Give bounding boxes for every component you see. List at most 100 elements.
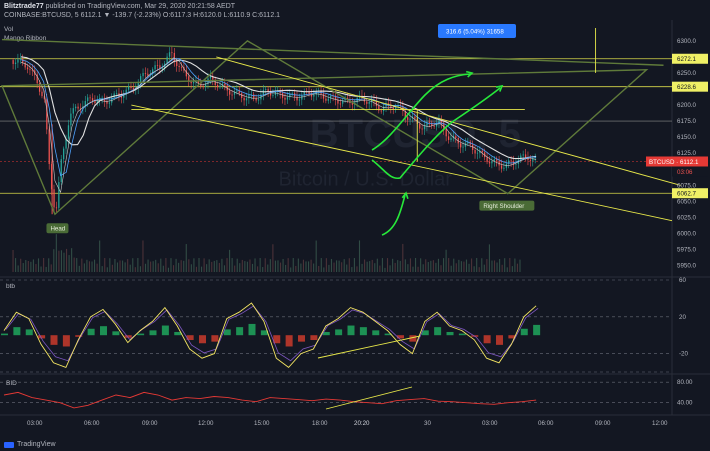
candle-body xyxy=(77,106,79,109)
candle-body xyxy=(142,73,144,77)
btb-trendline xyxy=(317,335,421,359)
volume-bar xyxy=(392,258,394,272)
btb-series-line xyxy=(3,302,537,369)
volume-bar xyxy=(376,258,378,272)
volume-bar xyxy=(481,258,483,272)
candle-body xyxy=(17,59,19,63)
btb-histogram-bar xyxy=(496,335,504,345)
volume-bar xyxy=(504,258,506,272)
btb-histogram-bar xyxy=(149,330,157,336)
candle-body xyxy=(53,189,55,208)
time-axis-tick: 09:00 xyxy=(595,420,611,427)
volume-bar xyxy=(353,258,355,272)
price-axis-tick: 6250.0 xyxy=(677,70,696,77)
volume-bar xyxy=(101,266,103,272)
volume-bar xyxy=(323,267,325,272)
volume-bar xyxy=(437,258,440,272)
candle-body xyxy=(339,103,341,105)
volume-bar xyxy=(486,259,488,272)
volume-bar xyxy=(458,259,460,272)
volume-bar xyxy=(307,261,310,272)
candle-body xyxy=(216,85,219,88)
candle-body xyxy=(231,94,233,96)
chart-canvas[interactable]: BTCUSD, 5Bitcoin / U.S. DollarHeadRight … xyxy=(0,0,710,451)
volume-bar xyxy=(448,258,450,272)
candle-body xyxy=(325,98,327,101)
candle-body xyxy=(368,101,370,104)
volume-bar xyxy=(142,240,144,272)
volume-bar xyxy=(221,258,223,272)
candle-body xyxy=(284,97,286,100)
volume-bar xyxy=(343,259,345,272)
btb-histogram-bar xyxy=(174,331,182,336)
tradingview-mark-icon xyxy=(4,441,14,448)
volume-bar xyxy=(341,262,343,272)
time-axis-tick: 20:20 xyxy=(354,420,370,427)
volume-bar xyxy=(422,264,424,272)
candle-body xyxy=(115,93,118,95)
candle-body xyxy=(474,149,476,154)
volume-bar xyxy=(150,261,152,272)
volume-bar xyxy=(300,263,302,272)
volume-bar xyxy=(137,258,139,272)
btb-histogram-bar xyxy=(50,335,58,345)
btb-histogram-bar xyxy=(87,328,95,336)
candle-body xyxy=(515,163,517,165)
volume-bar xyxy=(295,265,297,272)
candle-body xyxy=(281,93,284,98)
volume-bar xyxy=(226,258,228,272)
volume-bar xyxy=(338,260,340,272)
candle-body xyxy=(144,73,147,74)
candle-body xyxy=(192,81,195,84)
volume-bar xyxy=(30,261,32,272)
candle-body xyxy=(503,167,505,169)
btb-histogram-bar xyxy=(285,335,293,347)
volume-bar xyxy=(435,262,437,272)
time-axis-tick: 12:00 xyxy=(652,420,668,427)
volume-bar xyxy=(127,259,129,272)
volume-bar xyxy=(310,259,312,272)
volume-bar xyxy=(364,259,366,272)
volume-bar xyxy=(407,264,409,272)
price-axis-tick: 6150.0 xyxy=(677,134,696,141)
volume-bar xyxy=(440,265,442,272)
candle-body xyxy=(48,129,50,165)
candle-body xyxy=(366,101,368,104)
candle-body xyxy=(524,154,527,158)
candle-body xyxy=(176,61,178,66)
candle-body xyxy=(224,83,226,86)
btb-histogram-bar xyxy=(434,327,442,336)
volume-bar xyxy=(262,267,264,272)
btb-histogram-bar xyxy=(236,327,244,336)
volume-bar xyxy=(369,261,371,272)
volume-bar xyxy=(195,266,198,272)
candle-body xyxy=(63,148,65,160)
candle-body xyxy=(301,95,303,100)
candle-body xyxy=(291,93,293,95)
volume-bar xyxy=(180,260,182,272)
watermark-name: Bitcoin / U.S. Dollar xyxy=(279,168,453,190)
price-axis-tick: 6025.0 xyxy=(677,214,696,221)
volume-bar xyxy=(86,259,88,272)
volume-bar xyxy=(201,266,203,272)
candle-body xyxy=(67,125,70,139)
volume-bar xyxy=(216,260,218,272)
candle-body xyxy=(423,125,426,130)
volume-bar xyxy=(211,261,213,272)
volume-bar xyxy=(206,264,208,272)
volume-bar xyxy=(165,258,167,272)
volume-bar xyxy=(427,262,429,272)
candle-body xyxy=(414,116,416,119)
btb-axis-tick: -20 xyxy=(679,351,689,358)
volume-bar xyxy=(269,259,271,272)
volume-bar xyxy=(412,266,414,272)
tradingview-logo[interactable]: TradingView xyxy=(4,441,56,448)
volume-bar xyxy=(15,258,17,272)
volume-bar xyxy=(399,260,401,272)
volume-bar xyxy=(453,258,455,272)
volume-bar xyxy=(147,259,149,272)
volume-bar xyxy=(519,259,521,272)
measure-box-text: 316.6 (5.04%) 31658 xyxy=(446,29,504,36)
btb-histogram-bar xyxy=(112,331,120,336)
bid-series-line xyxy=(3,391,537,409)
